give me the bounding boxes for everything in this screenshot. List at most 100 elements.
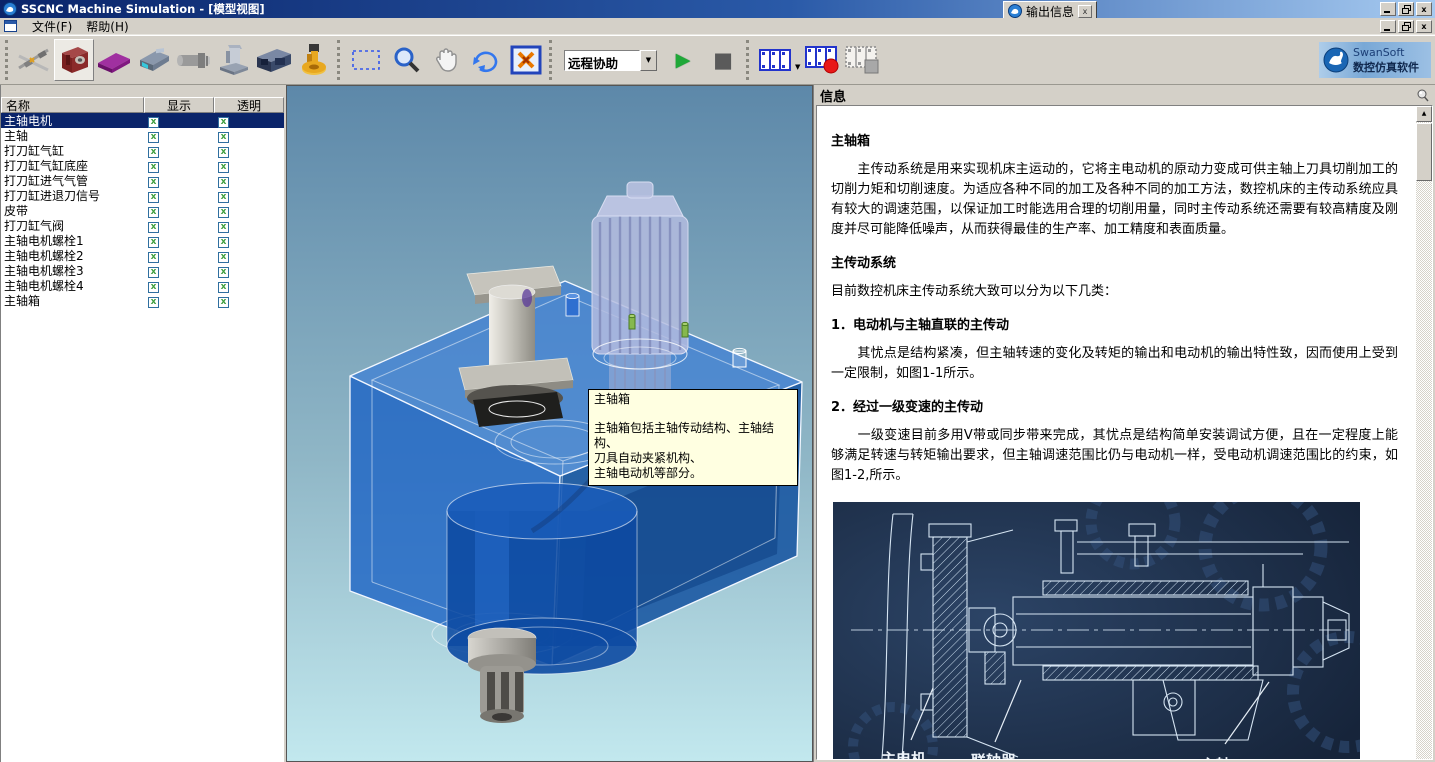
rotate-tool-button[interactable] (466, 39, 506, 81)
table-row[interactable]: 打刀缸气缸底座 x x (1, 158, 284, 173)
display-checkbox[interactable]: x (148, 117, 159, 128)
machine-column-button[interactable] (214, 39, 254, 81)
column-header-transparent[interactable]: 透明 (214, 97, 284, 113)
display-checkbox[interactable]: x (148, 192, 159, 203)
zoom-tool-button[interactable] (386, 39, 426, 81)
transparent-checkbox[interactable]: x (218, 192, 229, 203)
toolbar-grip[interactable] (337, 40, 341, 80)
pushpin-icon[interactable] (1416, 89, 1429, 102)
toolbar-grip[interactable] (746, 40, 750, 80)
combo-dropdown-button[interactable]: ▼ (640, 50, 657, 71)
table-row[interactable]: 皮带 x x (1, 203, 284, 218)
column-header-name[interactable]: 名称 (1, 97, 144, 113)
swansoft-logo: SwanSoft 数控仿真软件 (1319, 42, 1431, 78)
table-row[interactable]: 主轴 x x (1, 128, 284, 143)
fit-view-button[interactable] (506, 39, 546, 81)
table-row[interactable]: 主轴电机螺栓2 x x (1, 248, 284, 263)
table-row[interactable]: 主轴电机 x x (1, 113, 284, 128)
display-checkbox[interactable]: x (148, 147, 159, 158)
display-checkbox[interactable]: x (148, 132, 159, 143)
display-checkbox[interactable]: x (148, 207, 159, 218)
table-row[interactable]: 打刀缸气阀 x x (1, 218, 284, 233)
close-button[interactable]: x (1416, 2, 1432, 16)
check-mark-icon: x (221, 223, 227, 232)
transparent-checkbox[interactable]: x (218, 117, 229, 128)
stop-button[interactable]: ■ (703, 39, 743, 81)
table-row[interactable]: 打刀缸进退刀信号 x x (1, 188, 284, 203)
table-row[interactable]: 主轴箱 x x (1, 293, 284, 308)
machine-spindle-head-button[interactable] (54, 39, 94, 81)
scroll-up-button[interactable]: ▲ (1416, 106, 1432, 122)
play-icon: ▶ (676, 51, 691, 70)
film-dropdown-arrow[interactable]: ▼ (795, 63, 800, 71)
info-heading: 1．电动机与主轴直联的主传动 (831, 316, 1398, 336)
display-checkbox[interactable]: x (148, 297, 159, 308)
check-mark-icon: x (151, 193, 157, 202)
remote-assist-combobox[interactable]: 远程协助 ▼ (564, 50, 657, 71)
menu-help[interactable]: 帮助(H) (79, 17, 135, 36)
check-mark-icon: x (221, 208, 227, 217)
play-button[interactable]: ▶ (663, 39, 703, 81)
select-tool-button[interactable] (346, 39, 386, 81)
pan-tool-button[interactable] (426, 39, 466, 81)
parts-panel: 名称 显示 透明 主轴电机 x x 主轴 x x 打刀缸气缸 x x (0, 85, 286, 762)
film-button[interactable] (755, 39, 795, 81)
model-viewport[interactable]: 主轴箱 主轴箱包括主轴传动结构、主轴结构、 刀具自动夹紧机构、 主轴电动机等部分… (286, 85, 813, 762)
mdi-minimize-button[interactable] (1380, 20, 1396, 33)
machine-body-button[interactable] (254, 39, 294, 81)
machine-saddle-button[interactable] (134, 39, 174, 81)
menu-file[interactable]: 文件(F) (25, 17, 79, 36)
record-stop-button[interactable] (842, 39, 882, 81)
transparent-checkbox[interactable]: x (218, 162, 229, 173)
toolbar-grip[interactable] (549, 40, 553, 80)
transparent-checkbox[interactable]: x (218, 237, 229, 248)
table-row[interactable]: 主轴电机螺栓1 x x (1, 233, 284, 248)
display-checkbox[interactable]: x (148, 222, 159, 233)
display-checkbox[interactable]: x (148, 237, 159, 248)
transparent-checkbox[interactable]: x (218, 177, 229, 188)
figure-label-coupling: 联轴器 (971, 752, 1017, 760)
tooltip-line: 主轴电动机等部分。 (594, 466, 792, 481)
machine-spindle-button[interactable] (174, 39, 214, 81)
transparent-checkbox[interactable]: x (218, 222, 229, 233)
transparent-checkbox[interactable]: x (218, 297, 229, 308)
spindle-cross-section-figure: 主电机 联轴器 主轴 (833, 502, 1360, 760)
scroll-thumb[interactable] (1416, 123, 1432, 181)
minimize-button[interactable] (1380, 2, 1396, 16)
record-button[interactable] (802, 39, 842, 81)
mdi-close-button[interactable]: x (1416, 20, 1432, 33)
table-row[interactable]: 打刀缸进气气管 x x (1, 173, 284, 188)
logo-name: SwanSoft (1353, 46, 1419, 59)
display-checkbox[interactable]: x (148, 162, 159, 173)
machine-axes-button[interactable] (14, 39, 54, 81)
check-mark-icon: x (221, 238, 227, 247)
remote-assist-value[interactable]: 远程协助 (564, 50, 640, 71)
machine-bed-button[interactable] (94, 39, 134, 81)
transparent-checkbox[interactable]: x (218, 132, 229, 143)
toolbar-grip[interactable] (5, 40, 9, 80)
table-row[interactable]: 打刀缸气缸 x x (1, 143, 284, 158)
transparent-checkbox[interactable]: x (218, 282, 229, 293)
display-checkbox[interactable]: x (148, 267, 159, 278)
mdi-restore-button[interactable] (1398, 20, 1414, 33)
info-scrollbar[interactable]: ▲ (1416, 106, 1432, 759)
part-name: 主轴箱 (1, 292, 144, 309)
table-row[interactable]: 主轴电机螺栓4 x x (1, 278, 284, 293)
mdi-document-icon[interactable] (4, 20, 17, 32)
display-checkbox[interactable]: x (148, 177, 159, 188)
machine-tool-magazine-button[interactable] (294, 39, 334, 81)
display-checkbox[interactable]: x (148, 252, 159, 263)
output-window-close-button[interactable]: x (1078, 5, 1092, 18)
table-row[interactable]: 主轴电机螺栓3 x x (1, 263, 284, 278)
transparent-checkbox[interactable]: x (218, 267, 229, 278)
check-mark-icon: x (151, 268, 157, 277)
transparent-checkbox[interactable]: x (218, 147, 229, 158)
transparent-checkbox[interactable]: x (218, 252, 229, 263)
restore-button[interactable] (1398, 2, 1414, 16)
check-mark-icon: x (151, 298, 157, 307)
column-header-display[interactable]: 显示 (144, 97, 214, 113)
record-icon (805, 46, 839, 74)
display-checkbox[interactable]: x (148, 282, 159, 293)
transparent-checkbox[interactable]: x (218, 207, 229, 218)
check-mark-icon: x (151, 163, 157, 172)
